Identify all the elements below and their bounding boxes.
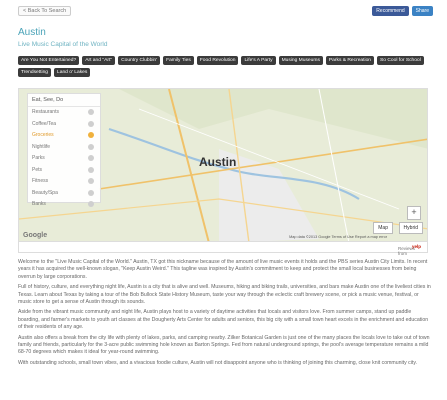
category-item-active[interactable]: Groceries: [28, 130, 100, 142]
facebook-recommend-button[interactable]: Recommend: [372, 6, 409, 16]
tag-button[interactable]: Art and "Art": [82, 56, 116, 65]
category-label: Pets: [32, 166, 43, 173]
circle-icon: [88, 201, 94, 207]
category-label: Restaurants: [32, 109, 59, 115]
tag-button[interactable]: So Cool for School: [377, 56, 424, 65]
top-bar: < Back To Search Recommend Share: [18, 6, 433, 18]
category-label: Beauty/Spa: [32, 189, 58, 196]
paragraph: Full of history, culture, and everything…: [18, 284, 431, 306]
tag-button[interactable]: Land o' Lakes: [54, 68, 91, 77]
map-type-hybrid-button[interactable]: Hybrid: [398, 222, 423, 234]
category-panel-title[interactable]: Eat, See, Do: [28, 94, 100, 107]
page-title: Austin: [18, 27, 46, 38]
paragraph: Aside from the vibrant music community a…: [18, 309, 429, 331]
share-buttons: Recommend Share: [372, 6, 433, 16]
tag-button[interactable]: Musing Museums: [278, 56, 323, 65]
category-panel: Eat, See, Do Restaurants Coffee/Tea Groc…: [27, 93, 101, 207]
share-button[interactable]: Share: [411, 6, 433, 16]
paragraph: Welcome to the "Live Music Capital of th…: [18, 259, 428, 280]
circle-icon: [88, 132, 94, 138]
category-item[interactable]: Restaurants: [28, 107, 100, 119]
paragraph: With outstanding schools, small town vib…: [18, 359, 417, 366]
description-content: Welcome to the "Live Music Capital of th…: [18, 259, 432, 370]
category-label: Groceries: [32, 132, 54, 138]
tag-button[interactable]: Family Ties: [163, 56, 194, 65]
map-city-label: Austin: [199, 155, 237, 169]
reviews-label: Reviews from: [397, 246, 415, 256]
category-label: Nightlife: [32, 143, 51, 150]
circle-icon: [88, 155, 94, 161]
category-label: Coffee/Tea: [32, 120, 57, 127]
tag-button[interactable]: Trendsetting: [18, 68, 52, 77]
tag-button[interactable]: Food Revolution: [196, 56, 239, 65]
map-type-map-button[interactable]: Map: [373, 222, 393, 234]
category-item[interactable]: Beauty/Spa: [28, 188, 100, 200]
tag-list: Are You Not Entertained? Art and "Art" C…: [18, 56, 434, 77]
circle-icon: [88, 189, 94, 196]
reviews-source: Reviews from yelp: [398, 244, 421, 256]
tag-button[interactable]: Life's A Party: [241, 56, 276, 65]
circle-icon: [88, 120, 94, 127]
category-label: Banks: [32, 201, 46, 207]
category-label: Parks: [32, 155, 45, 161]
circle-icon: [88, 166, 94, 173]
reviews-bar: Reviews from yelp: [18, 242, 428, 256]
google-logo: Google: [23, 232, 48, 239]
tag-button[interactable]: Parks & Recreation: [325, 56, 375, 65]
category-label: Fitness: [32, 178, 49, 184]
category-item[interactable]: Parks: [28, 153, 100, 165]
circle-icon: [88, 178, 94, 184]
category-item[interactable]: Coffee/Tea: [28, 119, 100, 131]
back-to-search-button[interactable]: < Back To Search: [18, 6, 72, 16]
category-item[interactable]: Pets: [28, 165, 100, 177]
category-item[interactable]: Nightlife: [28, 142, 100, 154]
tag-button[interactable]: Country Clubbin': [118, 56, 161, 65]
tag-button[interactable]: Are You Not Entertained?: [18, 56, 80, 65]
map-attribution[interactable]: Map data ©2013 Google Terms of Use Repor…: [289, 235, 387, 239]
category-item[interactable]: Banks: [28, 199, 100, 211]
circle-icon: [88, 143, 94, 150]
category-item[interactable]: Fitness: [28, 176, 100, 188]
map-view[interactable]: Eat, See, Do Restaurants Coffee/Tea Groc…: [18, 88, 428, 242]
circle-icon: [88, 109, 94, 115]
zoom-in-button[interactable]: +: [407, 206, 421, 220]
paragraph: Austin also offers a break from the city…: [18, 334, 430, 356]
page-subtitle: Live Music Capital of the World: [18, 41, 108, 48]
